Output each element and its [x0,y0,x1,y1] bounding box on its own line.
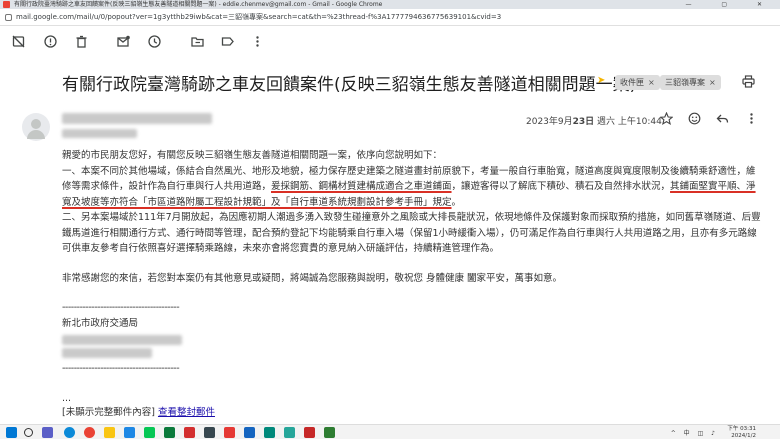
remove-label-icon[interactable]: × [648,78,655,87]
taskbar-clock[interactable]: 下午 03:31 2024/1/2 [727,426,756,439]
email-body: 親愛的市民朋友您好，有關您反映三貂嶺生態友善隧道相關問題一案，依序向您說明如下：… [62,148,762,406]
gmail-favicon-icon [3,1,10,8]
app-icon[interactable] [264,427,275,438]
windows-taskbar: ^ 中 ◫ ♪ 下午 03:31 2024/1/2 [0,424,780,439]
app-icon[interactable] [204,427,215,438]
window-title: 有關行政院臺灣騎跡之車友回饋案件(反映三貂嶺生態友善隧道相關問題一案) - ed… [14,1,383,8]
date-prefix: 2023年9月 [526,117,573,127]
signature-divider: ---------------------------------------- [62,363,180,374]
signature-org: 新北市政府交通局 [62,317,139,329]
greeting: 親愛的市民朋友您好，有關您反映三貂嶺生態友善隧道相關問題一案，依序向您說明如下： [62,150,443,161]
system-tray[interactable]: ^ 中 ◫ ♪ [671,428,718,437]
delete-icon[interactable] [72,32,90,50]
edge-icon[interactable] [64,427,75,438]
app-icon[interactable] [164,427,175,438]
window-controls[interactable]: — ▢ ✕ [685,0,776,9]
clock-time: 下午 03:31 [727,426,756,432]
print-icon[interactable] [742,75,755,91]
reply-icon[interactable] [716,112,729,128]
trimmed-message-notice: [未顯示完整郵件內容] 查看整封郵件 [62,404,215,418]
site-info-icon[interactable] [5,14,12,21]
more-vert-icon[interactable] [745,112,758,128]
url-text[interactable]: mail.google.com/mail/u/0/popout?ver=1g3y… [16,13,501,21]
message-toolbar [0,27,780,55]
chrome-icon[interactable] [84,427,95,438]
sender-avatar[interactable] [22,113,50,141]
app-icon[interactable] [304,427,315,438]
address-bar[interactable]: mail.google.com/mail/u/0/popout?ver=1g3y… [0,9,780,26]
file-explorer-icon[interactable] [104,427,115,438]
task-view-icon[interactable] [42,427,53,438]
signature-divider: ---------------------------------------- [62,302,180,313]
label-chip-text: 三貂嶺專案 [665,78,705,87]
line-icon[interactable] [144,427,155,438]
closing: 非常感謝您的來信，若您對本案仍有其他意見或疑問，將竭誠為您服務與說明，敬祝您 身… [62,272,563,284]
highlight-underline-1: 爰採鋼筋、鋼構材質建構成適合之車道鋪面 [271,181,452,192]
start-icon[interactable] [6,427,17,438]
search-icon[interactable] [24,428,33,437]
email-date: 2023年9月23日 週六 上午10:44 [526,114,662,127]
label-chip-text: 收件匣 [620,78,644,87]
star-icon[interactable] [659,111,674,128]
app-icon[interactable] [324,427,335,438]
mark-unread-icon[interactable] [114,32,132,50]
app-icon[interactable] [244,427,255,438]
app-icon[interactable] [284,427,295,438]
app-icon[interactable] [184,427,195,438]
label-chip-project[interactable]: 三貂嶺專案 × [660,75,721,90]
trimmed-text: [未顯示完整郵件內容] [62,407,155,418]
paragraph-2: 二、另本案場域於111年7月開放起，為因應初期人潮過多湧入致發生碰撞意外之風險或… [62,212,761,254]
more-vert-icon[interactable] [248,32,266,50]
paragraph-1-text-c: 。 [451,196,462,208]
paragraph-1-text-b: ，讓遊客得以了解底下積砂、積石及自然排水狀況， [451,181,671,192]
signature-contact-redacted [62,348,152,358]
recipient-redacted [62,129,137,138]
move-to-inbox-icon[interactable] [9,32,27,50]
add-reaction-icon[interactable] [688,112,701,128]
app-icon[interactable] [124,427,135,438]
paragraph-1: 一、本案不同於其他場域，係結合自然風光、地形及地貌，極力保存歷史建築之隧道畫封前… [62,164,762,211]
app-icon[interactable] [224,427,235,438]
label-chip-inbox[interactable]: 收件匣 × [615,75,660,90]
remove-label-icon[interactable]: × [709,78,716,87]
view-entire-message-link[interactable]: 查看整封郵件 [158,407,215,418]
sender-name-redacted [62,113,212,124]
move-to-icon[interactable] [188,32,206,50]
email-subject: 有關行政院臺灣騎跡之車友回饋案件(反映三貂嶺生態友善隧道相關問題一案) [62,75,637,95]
date-day: 23日 [572,117,595,127]
clock-date: 2024/1/2 [731,432,756,439]
snooze-icon[interactable] [145,32,163,50]
signature-address-redacted [62,335,182,345]
date-suffix: 週六 上午10:44 [597,117,662,127]
window-title-bar: 有關行政院臺灣騎跡之車友回饋案件(反映三貂嶺生態友善隧道相關問題一案) - ed… [0,0,780,9]
label-icon[interactable] [218,32,236,50]
importance-marker-icon[interactable]: ➤ [597,76,607,86]
report-spam-icon[interactable] [41,32,59,50]
